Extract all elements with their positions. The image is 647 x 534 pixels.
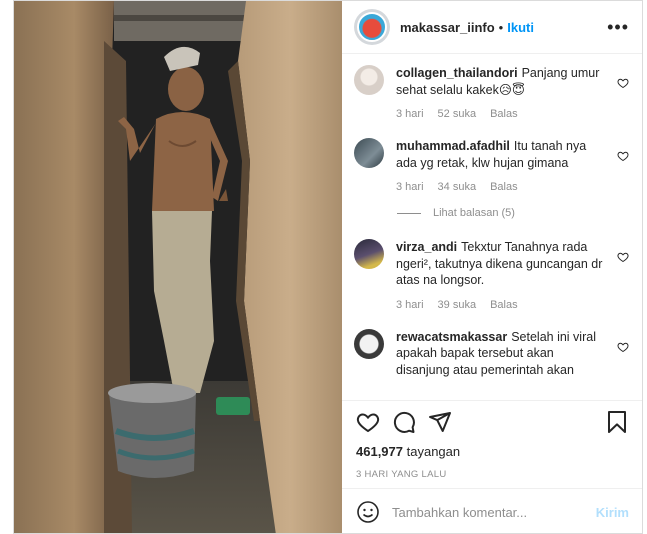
- comment-item: rewacatsmakassar Setelah ini viral apakah…: [354, 328, 629, 379]
- replies-divider: [397, 212, 421, 214]
- comment-time[interactable]: 3 hari: [396, 108, 424, 120]
- heart-icon[interactable]: [356, 410, 380, 434]
- post-sidebar: makassar_iinfo • Ikuti ••• collagen_thai…: [342, 1, 642, 533]
- comment-like-icon[interactable]: [617, 77, 629, 89]
- comment-body: rewacatsmakassar Setelah ini viral apakah…: [396, 329, 629, 379]
- add-comment-bar: Kirim: [342, 488, 642, 533]
- comment-like-icon[interactable]: [617, 251, 629, 263]
- comment-meta: 3 hari 39 suka Balas: [396, 299, 607, 311]
- comment-text-block: collagen_thailandori Panjang umur sehat s…: [396, 65, 607, 98]
- comment-body: collagen_thailandori Panjang umur sehat s…: [396, 65, 629, 120]
- commenter-avatar[interactable]: [354, 65, 384, 95]
- header-separator: •: [498, 19, 504, 35]
- comment-username[interactable]: virza_andi: [396, 240, 457, 254]
- account-username[interactable]: makassar_iinfo: [400, 20, 495, 35]
- comment-item: virza_andi Tekxtur Tanahnya rada ngeri², …: [354, 239, 629, 311]
- comment-item: muhammad.afadhil Itu tanah nya ada yg ret…: [354, 138, 629, 193]
- comment-like-icon[interactable]: [617, 341, 629, 353]
- comment-icon[interactable]: [392, 410, 416, 434]
- emoji-icon[interactable]: [356, 500, 380, 524]
- commenter-avatar[interactable]: [354, 239, 384, 269]
- post-header: makassar_iinfo • Ikuti •••: [342, 1, 642, 54]
- comment-username[interactable]: rewacatsmakassar: [396, 330, 507, 344]
- post-comment-button[interactable]: Kirim: [596, 505, 629, 520]
- view-replies-button[interactable]: Lihat balasan (5): [397, 207, 629, 219]
- view-count-number: 461,977: [356, 444, 403, 459]
- comment-like-icon[interactable]: [617, 150, 629, 162]
- comment-username[interactable]: muhammad.afadhil: [396, 139, 510, 153]
- view-replies-label: Lihat balasan (5): [433, 207, 515, 219]
- comment-time[interactable]: 3 hari: [396, 299, 424, 311]
- reply-button[interactable]: Balas: [490, 108, 518, 120]
- comment-meta: 3 hari 52 suka Balas: [396, 108, 607, 120]
- action-icons-row: [356, 401, 629, 443]
- reply-button[interactable]: Balas: [490, 181, 518, 193]
- commenter-avatar[interactable]: [354, 328, 384, 359]
- comment-likes[interactable]: 39 suka: [438, 299, 477, 311]
- post-actions: 461,977 tayangan 3 HARI YANG LALU: [342, 400, 642, 480]
- comment-likes[interactable]: 52 suka: [438, 108, 477, 120]
- comment-username[interactable]: collagen_thailandori: [396, 66, 518, 80]
- reply-button[interactable]: Balas: [490, 299, 518, 311]
- post-date[interactable]: 3 HARI YANG LALU: [356, 469, 629, 480]
- comment-meta: 3 hari 34 suka Balas: [396, 181, 607, 193]
- video-frame: [14, 1, 342, 533]
- commenter-avatar[interactable]: [354, 138, 384, 168]
- view-count[interactable]: 461,977 tayangan: [356, 444, 629, 459]
- bookmark-icon[interactable]: [605, 410, 629, 434]
- account-avatar[interactable]: [354, 9, 390, 45]
- more-icon[interactable]: •••: [607, 17, 629, 38]
- account-avatar-image: [357, 12, 387, 42]
- share-icon[interactable]: [428, 410, 452, 434]
- comment-body: virza_andi Tekxtur Tanahnya rada ngeri², …: [396, 239, 629, 311]
- comment-text-block: virza_andi Tekxtur Tanahnya rada ngeri², …: [396, 239, 607, 289]
- instagram-post-modal: makassar_iinfo • Ikuti ••• collagen_thai…: [13, 0, 643, 534]
- comment-text-block: rewacatsmakassar Setelah ini viral apakah…: [396, 329, 607, 379]
- comment-text-block: muhammad.afadhil Itu tanah nya ada yg ret…: [396, 138, 607, 171]
- comment-likes[interactable]: 34 suka: [438, 181, 477, 193]
- follow-button[interactable]: Ikuti: [507, 20, 534, 35]
- comment-time[interactable]: 3 hari: [396, 181, 424, 193]
- post-video[interactable]: [14, 1, 342, 533]
- comment-body: muhammad.afadhil Itu tanah nya ada yg ret…: [396, 138, 629, 193]
- comment-item: collagen_thailandori Panjang umur sehat s…: [354, 65, 629, 120]
- comments-list[interactable]: collagen_thailandori Panjang umur sehat s…: [342, 55, 642, 400]
- comment-input[interactable]: [392, 504, 596, 520]
- view-count-label: tayangan: [406, 444, 461, 459]
